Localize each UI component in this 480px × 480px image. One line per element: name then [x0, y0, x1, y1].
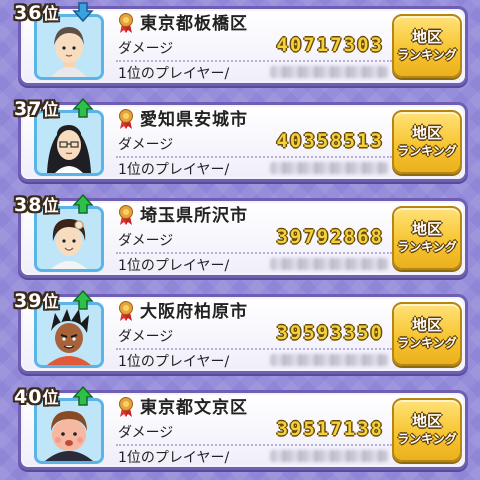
top-player-label: 1位のプレイヤー/: [118, 66, 230, 82]
top-player-name-blurred: [270, 354, 388, 366]
region-name: 愛知県安城市: [140, 110, 248, 130]
button-label-line2: ランキング: [397, 144, 457, 158]
button-label-line2: ランキング: [397, 336, 457, 350]
rank-number: 39: [14, 290, 43, 312]
rank-number: 37: [14, 98, 43, 120]
arrow-up-icon: [72, 193, 94, 214]
ranking-row: 36位 東京都板橋区 ダメージ 40717303 1位のプレイヤー/ 地区 ラン…: [14, 0, 470, 88]
medal-icon: [119, 205, 133, 225]
damage-label: ダメージ: [118, 233, 174, 249]
top-player-label: 1位のプレイヤー/: [118, 354, 230, 370]
region-ranking-button[interactable]: 地区 ランキング: [392, 206, 462, 270]
rank-suffix: 位: [42, 388, 60, 407]
button-label-line1: 地区: [411, 124, 442, 142]
damage-label: ダメージ: [118, 425, 174, 441]
button-label-line1: 地区: [411, 220, 442, 238]
rank-number: 40: [14, 386, 43, 408]
button-label-line2: ランキング: [397, 432, 457, 446]
medal-icon: [119, 301, 133, 321]
ranking-row: 40位 東京都文京区 ダメージ 39517138 1位のプレイヤー/ 地区 ラン…: [14, 384, 470, 472]
region-name: 大阪府柏原市: [140, 302, 248, 322]
rank-number: 36: [14, 2, 43, 24]
ranking-list[interactable]: 36位 東京都板橋区 ダメージ 40717303 1位のプレイヤー/ 地区 ラン…: [0, 0, 480, 480]
rank-label: 37位: [14, 96, 59, 120]
divider: [116, 252, 392, 254]
rank-label: 40位: [14, 384, 59, 408]
arrow-up-icon: [72, 97, 94, 118]
region-ranking-button[interactable]: 地区 ランキング: [392, 302, 462, 366]
top-player-name-blurred: [270, 162, 388, 174]
top-player-label: 1位のプレイヤー/: [118, 162, 230, 178]
divider: [116, 156, 392, 158]
damage-value: 40358513: [276, 130, 384, 152]
damage-value: 39517138: [276, 418, 384, 440]
medal-icon: [119, 13, 133, 33]
medal-icon: [119, 109, 133, 129]
top-player-label: 1位のプレイヤー/: [118, 450, 230, 466]
ranking-row: 38位 埼玉県所沢市 ダメージ 39792868 1位のプレイヤー/ 地区 ラン…: [14, 192, 470, 280]
damage-value: 39593350: [276, 322, 384, 344]
rank-suffix: 位: [42, 292, 60, 311]
rank-suffix: 位: [42, 196, 60, 215]
medal-icon: [119, 397, 133, 417]
damage-label: ダメージ: [118, 41, 174, 57]
ranking-row: 39位 大阪府柏原市 ダメージ 39593350 1位のプレイヤー/ 地区 ラン…: [14, 288, 470, 376]
rank-suffix: 位: [42, 100, 60, 119]
arrow-down-icon: [72, 2, 94, 23]
rank-suffix: 位: [42, 4, 60, 23]
ranking-row: 37位 愛知県安城市 ダメージ 40358513 1位のプレイヤー/ 地区 ラン…: [14, 96, 470, 184]
button-label-line2: ランキング: [397, 48, 457, 62]
region-name: 埼玉県所沢市: [140, 206, 248, 226]
button-label-line2: ランキング: [397, 240, 457, 254]
divider: [116, 60, 392, 62]
rank-number: 38: [14, 194, 43, 216]
damage-value: 39792868: [276, 226, 384, 248]
button-label-line1: 地区: [411, 316, 442, 334]
region-ranking-button[interactable]: 地区 ランキング: [392, 398, 462, 462]
arrow-up-icon: [72, 385, 94, 406]
region-name: 東京都文京区: [140, 398, 248, 418]
region-ranking-button[interactable]: 地区 ランキング: [392, 14, 462, 78]
damage-value: 40717303: [276, 34, 384, 56]
top-player-name-blurred: [270, 450, 388, 462]
damage-label: ダメージ: [118, 329, 174, 345]
button-label-line1: 地区: [411, 412, 442, 430]
top-player-name-blurred: [270, 258, 388, 270]
button-label-line1: 地区: [411, 28, 442, 46]
arrow-up-icon: [72, 289, 94, 310]
rank-label: 36位: [14, 0, 59, 24]
divider: [116, 444, 392, 446]
region-name: 東京都板橋区: [140, 14, 248, 34]
rank-label: 38位: [14, 192, 59, 216]
damage-label: ダメージ: [118, 137, 174, 153]
top-player-label: 1位のプレイヤー/: [118, 258, 230, 274]
divider: [116, 348, 392, 350]
top-player-name-blurred: [270, 66, 388, 78]
rank-label: 39位: [14, 288, 59, 312]
region-ranking-button[interactable]: 地区 ランキング: [392, 110, 462, 174]
